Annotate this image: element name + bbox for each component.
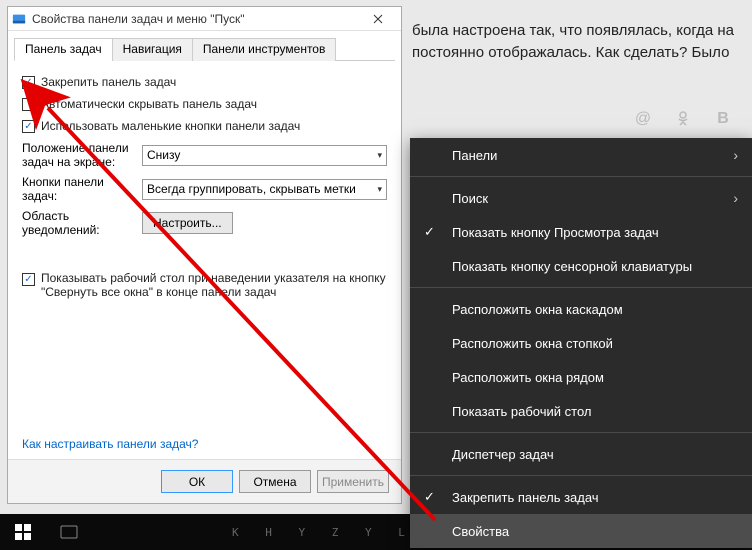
ok-icon[interactable] <box>674 110 692 131</box>
social-icons-row: @ B <box>634 110 732 131</box>
row-position: Положение панели задач на экране: Снизу … <box>22 141 387 169</box>
checkbox-label: Автоматически скрывать панель задач <box>41 97 257 111</box>
vk-icon[interactable]: B <box>714 110 732 131</box>
ok-button[interactable]: ОК <box>161 470 233 493</box>
ctx-item-taskmgr[interactable]: Диспетчер задач <box>410 437 752 471</box>
apply-button[interactable]: Применить <box>317 470 389 493</box>
ctx-item-showdesktop[interactable]: Показать рабочий стол <box>410 394 752 428</box>
help-link[interactable]: Как настраивать панели задач? <box>22 437 198 451</box>
separator <box>410 287 752 288</box>
check-icon: ✓ <box>424 224 435 240</box>
checkbox-label: Использовать маленькие кнопки панели зад… <box>41 119 300 133</box>
chevron-down-icon: ▾ <box>377 150 382 161</box>
tab-body: ✓ Закрепить панель задач Автоматически с… <box>8 61 401 459</box>
separator <box>410 176 752 177</box>
select-position[interactable]: Снизу ▾ <box>142 145 387 166</box>
row-autohide-taskbar[interactable]: Автоматически скрывать панель задач <box>22 97 387 111</box>
dialog-title: Свойства панели задач и меню "Пуск" <box>32 12 359 26</box>
ctx-label: Показать рабочий стол <box>452 404 591 419</box>
row-notif: Область уведомлений: Настроить... <box>22 209 387 237</box>
ctx-label: Диспетчер задач <box>452 447 554 462</box>
ctx-item-panels[interactable]: Панели › <box>410 138 752 172</box>
row-lock-taskbar[interactable]: ✓ Закрепить панель задач <box>22 75 387 89</box>
background-article-text: была настроена так, что появлялась, когд… <box>412 0 752 64</box>
select-buttons[interactable]: Всегда группировать, скрывать метки ▾ <box>142 179 387 200</box>
close-button[interactable] <box>359 8 397 30</box>
checkbox-icon: ✓ <box>22 273 35 286</box>
label-notification-area: Область уведомлений: <box>22 209 142 237</box>
taskbar-properties-dialog: Свойства панели задач и меню "Пуск" Пане… <box>7 6 402 504</box>
separator <box>410 432 752 433</box>
ctx-label: Показать кнопку Просмотра задач <box>452 225 659 240</box>
tab-taskbar[interactable]: Панель задач <box>14 38 113 61</box>
start-button[interactable] <box>0 515 46 549</box>
taskbar-pinned-icon[interactable] <box>46 515 92 549</box>
taskbar-context-menu: Панели › Поиск › ✓ Показать кнопку Просм… <box>410 138 752 548</box>
dialog-icon <box>12 12 26 26</box>
chevron-right-icon: › <box>733 147 738 163</box>
checkbox-label: Закрепить панель задач <box>41 75 176 89</box>
tab-navigation[interactable]: Навигация <box>112 38 193 61</box>
chevron-down-icon: ▾ <box>377 184 382 195</box>
titlebar: Свойства панели задач и меню "Пуск" <box>8 7 401 31</box>
dialog-button-bar: ОК Отмена Применить <box>8 459 401 503</box>
ctx-label: Расположить окна рядом <box>452 370 604 385</box>
checkbox-label: Показывать рабочий стол при наведении ук… <box>41 271 387 299</box>
checkbox-icon <box>22 98 35 111</box>
mail-icon[interactable]: @ <box>634 110 652 131</box>
ctx-label: Закрепить панель задач <box>452 490 599 505</box>
label-position: Положение панели задач на экране: <box>22 141 142 169</box>
chevron-right-icon: › <box>733 190 738 206</box>
row-small-buttons[interactable]: ✓ Использовать маленькие кнопки панели з… <box>22 119 387 133</box>
select-value: Снизу <box>147 148 180 162</box>
ctx-label: Показать кнопку сенсорной клавиатуры <box>452 259 692 274</box>
ctx-label: Расположить окна стопкой <box>452 336 613 351</box>
checkbox-icon: ✓ <box>22 76 35 89</box>
ctx-item-cascade[interactable]: Расположить окна каскадом <box>410 292 752 326</box>
ctx-item-search[interactable]: Поиск › <box>410 181 752 215</box>
ctx-item-properties[interactable]: Свойства <box>410 514 752 548</box>
row-peek-desktop[interactable]: ✓ Показывать рабочий стол при наведении … <box>22 271 387 299</box>
ctx-label: Расположить окна каскадом <box>452 302 623 317</box>
ctx-item-touchkb[interactable]: Показать кнопку сенсорной клавиатуры <box>410 249 752 283</box>
ctx-label: Поиск <box>452 191 488 206</box>
cancel-button[interactable]: Отмена <box>239 470 311 493</box>
ctx-item-sidebyside[interactable]: Расположить окна рядом <box>410 360 752 394</box>
label-buttons: Кнопки панели задач: <box>22 175 142 203</box>
ctx-label: Свойства <box>452 524 509 539</box>
checkbox-icon: ✓ <box>22 120 35 133</box>
check-icon: ✓ <box>424 489 435 505</box>
separator <box>410 475 752 476</box>
ctx-item-lock[interactable]: ✓ Закрепить панель задач <box>410 480 752 514</box>
row-buttons: Кнопки панели задач: Всегда группировать… <box>22 175 387 203</box>
ctx-item-taskview[interactable]: ✓ Показать кнопку Просмотра задач <box>410 215 752 249</box>
ctx-label: Панели <box>452 148 497 163</box>
select-value: Всегда группировать, скрывать метки <box>147 182 356 196</box>
ctx-item-stacked[interactable]: Расположить окна стопкой <box>410 326 752 360</box>
tab-toolbars[interactable]: Панели инструментов <box>192 38 336 61</box>
customize-button[interactable]: Настроить... <box>142 212 233 234</box>
tab-strip: Панель задач Навигация Панели инструмент… <box>14 37 395 61</box>
